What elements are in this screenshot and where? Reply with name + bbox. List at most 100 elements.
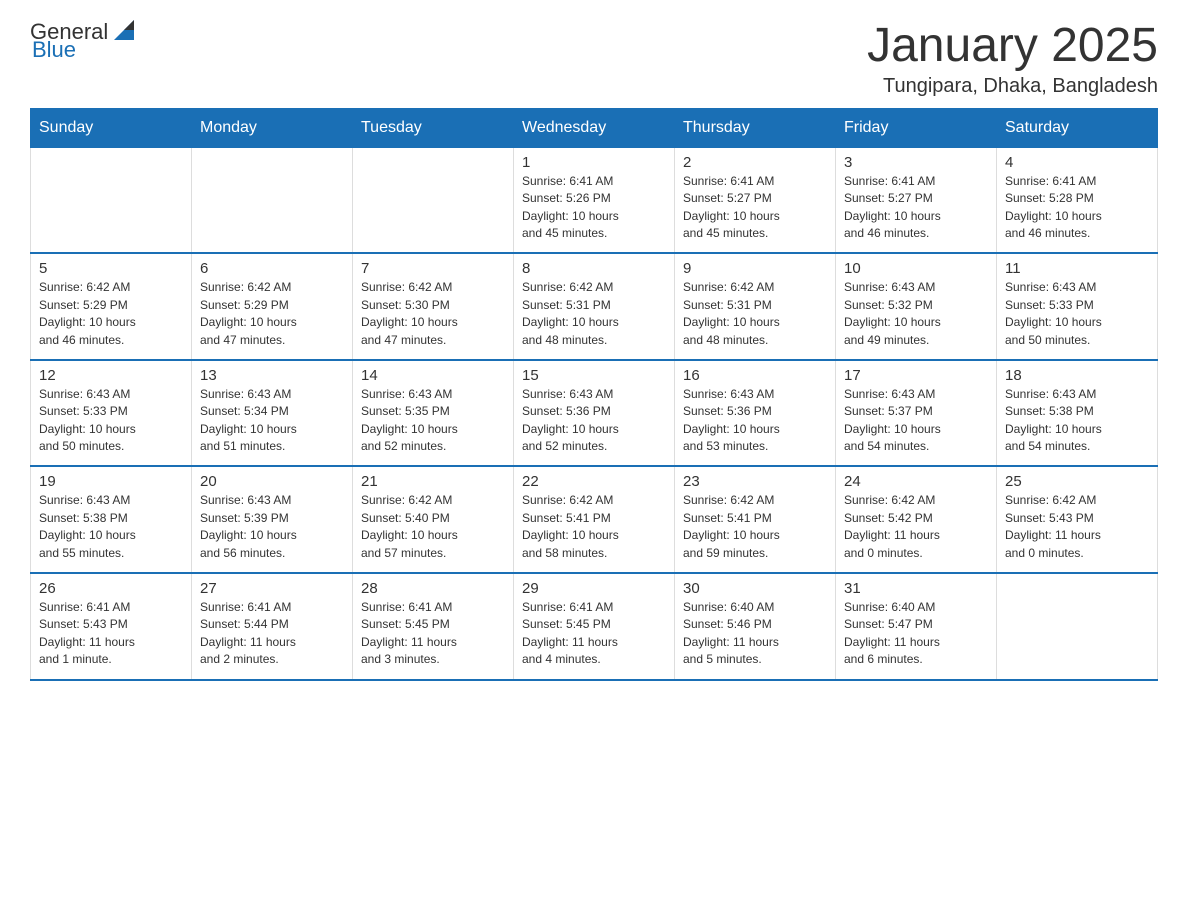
calendar-week-row: 12 Sunrise: 6:43 AM Sunset: 5:33 PM Dayli… <box>31 360 1158 467</box>
weekday-header-wednesday: Wednesday <box>514 108 675 147</box>
month-title: January 2025 <box>867 20 1158 73</box>
day-info: Sunrise: 6:43 AM Sunset: 5:36 PM Dayligh… <box>683 386 827 456</box>
day-number: 15 <box>522 367 666 384</box>
calendar-empty-cell <box>353 147 514 253</box>
day-number: 12 <box>39 367 183 384</box>
day-info: Sunrise: 6:43 AM Sunset: 5:33 PM Dayligh… <box>39 386 183 456</box>
day-number: 8 <box>522 260 666 277</box>
calendar-day-4: 4Sunrise: 6:41 AM Sunset: 5:28 PM Daylig… <box>997 147 1158 253</box>
day-info: Sunrise: 6:42 AM Sunset: 5:29 PM Dayligh… <box>200 279 344 349</box>
day-number: 30 <box>683 580 827 597</box>
weekday-header-tuesday: Tuesday <box>353 108 514 147</box>
day-number: 4 <box>1005 154 1149 171</box>
calendar-empty-cell <box>31 147 192 253</box>
day-number: 27 <box>200 580 344 597</box>
day-number: 18 <box>1005 367 1149 384</box>
day-number: 1 <box>522 154 666 171</box>
day-number: 16 <box>683 367 827 384</box>
calendar-header-row: SundayMondayTuesdayWednesdayThursdayFrid… <box>31 108 1158 147</box>
calendar-day-27: 27 Sunrise: 6:41 AM Sunset: 5:44 PM Dayli… <box>192 573 353 680</box>
day-number: 23 <box>683 473 827 490</box>
calendar-day-7: 7 Sunrise: 6:42 AM Sunset: 5:30 PM Daylig… <box>353 253 514 360</box>
weekday-header-thursday: Thursday <box>675 108 836 147</box>
day-number: 9 <box>683 260 827 277</box>
day-info: Sunrise: 6:43 AM Sunset: 5:33 PM Dayligh… <box>1005 279 1149 349</box>
calendar-day-22: 22 Sunrise: 6:42 AM Sunset: 5:41 PM Dayli… <box>514 466 675 573</box>
calendar-day-17: 17Sunrise: 6:43 AM Sunset: 5:37 PM Dayli… <box>836 360 997 467</box>
calendar-day-8: 8 Sunrise: 6:42 AM Sunset: 5:31 PM Daylig… <box>514 253 675 360</box>
day-info: Sunrise: 6:43 AM Sunset: 5:35 PM Dayligh… <box>361 386 505 456</box>
calendar-day-28: 28 Sunrise: 6:41 AM Sunset: 5:45 PM Dayli… <box>353 573 514 680</box>
day-number: 21 <box>361 473 505 490</box>
day-number: 29 <box>522 580 666 597</box>
day-info: Sunrise: 6:42 AM Sunset: 5:31 PM Dayligh… <box>522 279 666 349</box>
day-info: Sunrise: 6:42 AM Sunset: 5:43 PM Dayligh… <box>1005 492 1149 562</box>
day-info: Sunrise: 6:42 AM Sunset: 5:30 PM Dayligh… <box>361 279 505 349</box>
calendar-day-14: 14 Sunrise: 6:43 AM Sunset: 5:35 PM Dayli… <box>353 360 514 467</box>
day-number: 6 <box>200 260 344 277</box>
logo: General Blue <box>30 20 138 62</box>
day-info: Sunrise: 6:41 AM Sunset: 5:44 PM Dayligh… <box>200 599 344 669</box>
calendar-day-12: 12 Sunrise: 6:43 AM Sunset: 5:33 PM Dayli… <box>31 360 192 467</box>
calendar-empty-cell <box>997 573 1158 680</box>
calendar-week-row: 1 Sunrise: 6:41 AM Sunset: 5:26 PM Daylig… <box>31 147 1158 253</box>
calendar-day-10: 10 Sunrise: 6:43 AM Sunset: 5:32 PM Dayli… <box>836 253 997 360</box>
calendar-day-26: 26Sunrise: 6:41 AM Sunset: 5:43 PM Dayli… <box>31 573 192 680</box>
calendar-day-13: 13Sunrise: 6:43 AM Sunset: 5:34 PM Dayli… <box>192 360 353 467</box>
calendar-day-18: 18 Sunrise: 6:43 AM Sunset: 5:38 PM Dayli… <box>997 360 1158 467</box>
calendar-table: SundayMondayTuesdayWednesdayThursdayFrid… <box>30 108 1158 681</box>
day-info: Sunrise: 6:43 AM Sunset: 5:37 PM Dayligh… <box>844 386 988 456</box>
day-info: Sunrise: 6:42 AM Sunset: 5:41 PM Dayligh… <box>522 492 666 562</box>
day-info: Sunrise: 6:43 AM Sunset: 5:38 PM Dayligh… <box>1005 386 1149 456</box>
day-number: 5 <box>39 260 183 277</box>
weekday-header-monday: Monday <box>192 108 353 147</box>
day-info: Sunrise: 6:41 AM Sunset: 5:26 PM Dayligh… <box>522 173 666 243</box>
day-info: Sunrise: 6:43 AM Sunset: 5:39 PM Dayligh… <box>200 492 344 562</box>
calendar-day-29: 29 Sunrise: 6:41 AM Sunset: 5:45 PM Dayli… <box>514 573 675 680</box>
day-number: 24 <box>844 473 988 490</box>
calendar-day-23: 23 Sunrise: 6:42 AM Sunset: 5:41 PM Dayli… <box>675 466 836 573</box>
day-info: Sunrise: 6:40 AM Sunset: 5:46 PM Dayligh… <box>683 599 827 669</box>
day-info: Sunrise: 6:41 AM Sunset: 5:45 PM Dayligh… <box>522 599 666 669</box>
weekday-header-sunday: Sunday <box>31 108 192 147</box>
calendar-day-16: 16 Sunrise: 6:43 AM Sunset: 5:36 PM Dayli… <box>675 360 836 467</box>
calendar-day-11: 11Sunrise: 6:43 AM Sunset: 5:33 PM Dayli… <box>997 253 1158 360</box>
calendar-day-5: 5 Sunrise: 6:42 AM Sunset: 5:29 PM Daylig… <box>31 253 192 360</box>
calendar-week-row: 26Sunrise: 6:41 AM Sunset: 5:43 PM Dayli… <box>31 573 1158 680</box>
day-number: 19 <box>39 473 183 490</box>
calendar-empty-cell <box>192 147 353 253</box>
calendar-day-20: 20 Sunrise: 6:43 AM Sunset: 5:39 PM Dayli… <box>192 466 353 573</box>
location-text: Tungipara, Dhaka, Bangladesh <box>867 75 1158 98</box>
day-number: 7 <box>361 260 505 277</box>
day-info: Sunrise: 6:42 AM Sunset: 5:41 PM Dayligh… <box>683 492 827 562</box>
day-info: Sunrise: 6:43 AM Sunset: 5:32 PM Dayligh… <box>844 279 988 349</box>
calendar-day-3: 3Sunrise: 6:41 AM Sunset: 5:27 PM Daylig… <box>836 147 997 253</box>
calendar-week-row: 19 Sunrise: 6:43 AM Sunset: 5:38 PM Dayli… <box>31 466 1158 573</box>
day-number: 10 <box>844 260 988 277</box>
title-block: January 2025 Tungipara, Dhaka, Banglades… <box>867 20 1158 98</box>
calendar-day-15: 15 Sunrise: 6:43 AM Sunset: 5:36 PM Dayli… <box>514 360 675 467</box>
day-number: 2 <box>683 154 827 171</box>
day-info: Sunrise: 6:42 AM Sunset: 5:42 PM Dayligh… <box>844 492 988 562</box>
day-info: Sunrise: 6:40 AM Sunset: 5:47 PM Dayligh… <box>844 599 988 669</box>
day-info: Sunrise: 6:41 AM Sunset: 5:45 PM Dayligh… <box>361 599 505 669</box>
calendar-day-1: 1 Sunrise: 6:41 AM Sunset: 5:26 PM Daylig… <box>514 147 675 253</box>
page-header: General Blue January 2025 Tungipara, Dha… <box>30 20 1158 98</box>
day-info: Sunrise: 6:42 AM Sunset: 5:29 PM Dayligh… <box>39 279 183 349</box>
logo-blue-text: Blue <box>30 38 76 62</box>
day-number: 20 <box>200 473 344 490</box>
day-info: Sunrise: 6:43 AM Sunset: 5:38 PM Dayligh… <box>39 492 183 562</box>
day-info: Sunrise: 6:43 AM Sunset: 5:36 PM Dayligh… <box>522 386 666 456</box>
day-info: Sunrise: 6:42 AM Sunset: 5:31 PM Dayligh… <box>683 279 827 349</box>
calendar-day-9: 9 Sunrise: 6:42 AM Sunset: 5:31 PM Daylig… <box>675 253 836 360</box>
calendar-week-row: 5 Sunrise: 6:42 AM Sunset: 5:29 PM Daylig… <box>31 253 1158 360</box>
day-number: 28 <box>361 580 505 597</box>
calendar-day-6: 6 Sunrise: 6:42 AM Sunset: 5:29 PM Daylig… <box>192 253 353 360</box>
calendar-day-30: 30 Sunrise: 6:40 AM Sunset: 5:46 PM Dayli… <box>675 573 836 680</box>
day-number: 22 <box>522 473 666 490</box>
day-number: 14 <box>361 367 505 384</box>
calendar-day-2: 2Sunrise: 6:41 AM Sunset: 5:27 PM Daylig… <box>675 147 836 253</box>
logo-triangle-icon <box>110 16 138 44</box>
day-info: Sunrise: 6:41 AM Sunset: 5:27 PM Dayligh… <box>844 173 988 243</box>
day-info: Sunrise: 6:41 AM Sunset: 5:43 PM Dayligh… <box>39 599 183 669</box>
